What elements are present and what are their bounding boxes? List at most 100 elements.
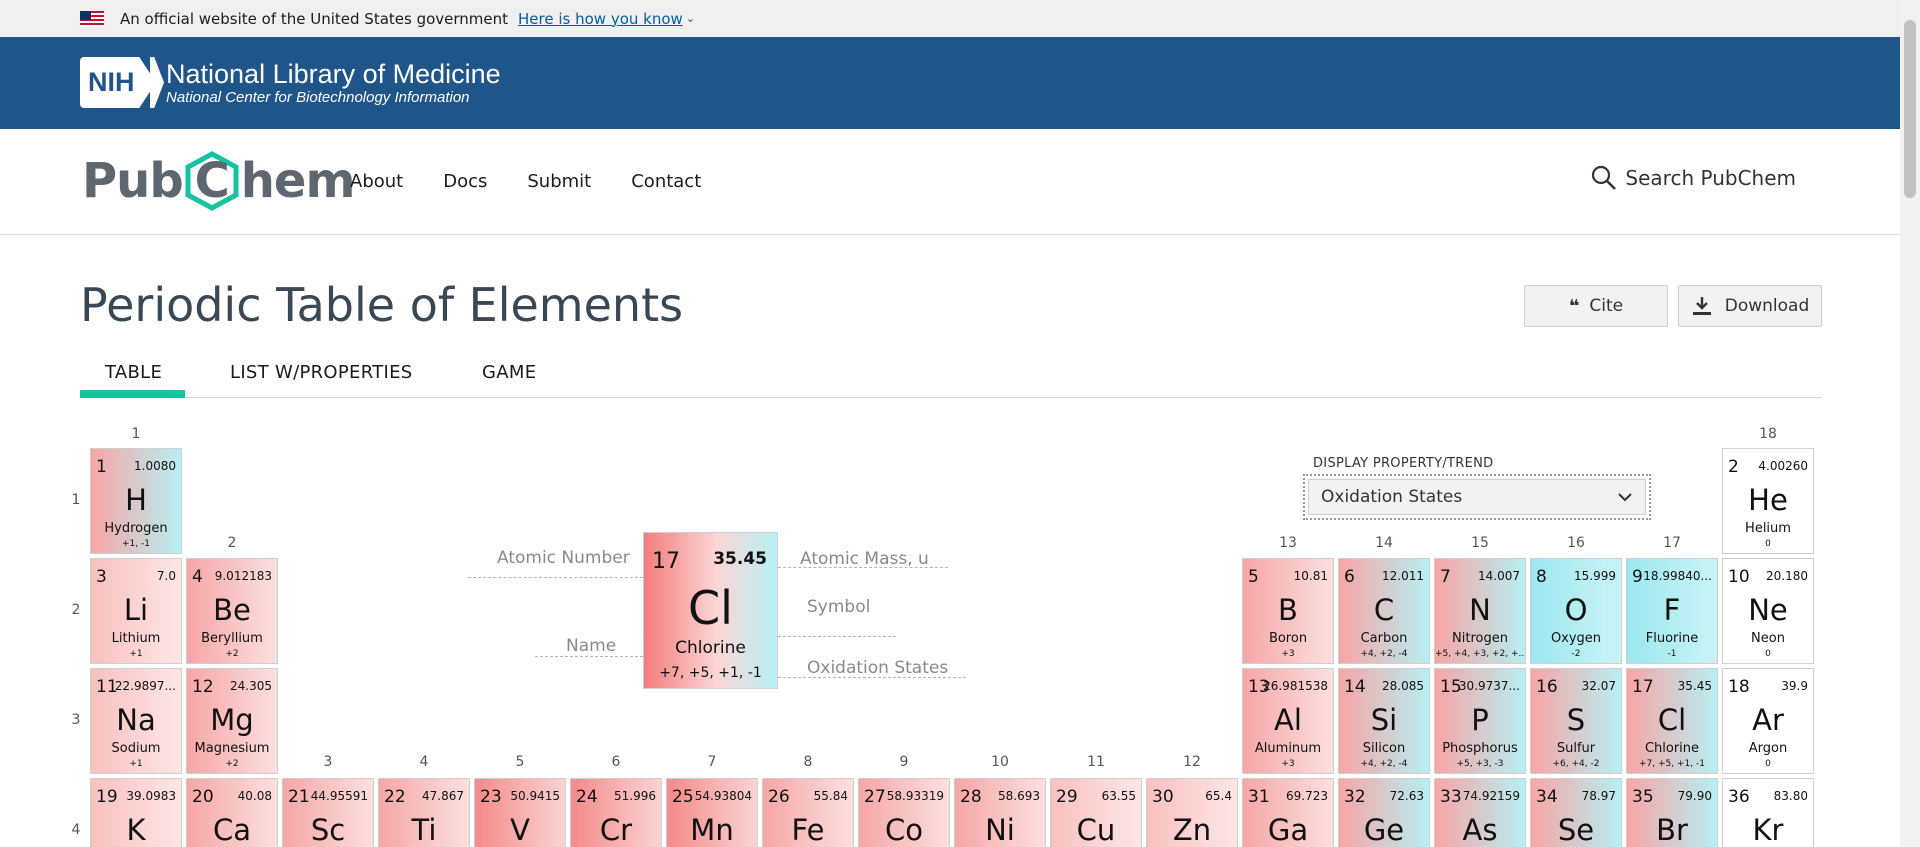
nav-contact[interactable]: Contact bbox=[631, 171, 701, 192]
element-mass: 69.723 bbox=[1286, 789, 1328, 803]
nlm-titles[interactable]: National Library of Medicine National Ce… bbox=[166, 59, 501, 107]
us-flag-icon bbox=[80, 10, 104, 27]
element-cell-al[interactable]: 13 26.981538 Al Aluminum +3 bbox=[1242, 668, 1334, 774]
element-cell-ar[interactable]: 18 39.9 Ar Argon 0 bbox=[1722, 668, 1814, 774]
nav-docs[interactable]: Docs bbox=[443, 171, 487, 192]
element-cell-cu[interactable]: 29 63.55 Cu bbox=[1050, 778, 1142, 847]
active-tab-indicator bbox=[80, 390, 185, 398]
tab-table[interactable]: TABLE bbox=[105, 362, 162, 383]
element-oxidation: +1 bbox=[129, 649, 143, 659]
element-cell-n[interactable]: 7 14.007 N Nitrogen +5, +4, +3, +2, +... bbox=[1434, 558, 1526, 664]
element-cell-si[interactable]: 14 28.085 Si Silicon +4, +2, -4 bbox=[1338, 668, 1430, 774]
element-mass: 7.0 bbox=[156, 569, 176, 583]
element-cell-zn[interactable]: 30 65.4 Zn bbox=[1146, 778, 1238, 847]
element-number: 1 bbox=[96, 457, 107, 477]
key-label-symbol: Symbol bbox=[807, 597, 871, 617]
cite-button[interactable]: ❝ Cite bbox=[1524, 285, 1668, 327]
element-cell-ge[interactable]: 32 72.63 Ge bbox=[1338, 778, 1430, 847]
element-oxidation: +1 bbox=[129, 759, 143, 769]
element-cell-kr[interactable]: 36 83.80 Kr bbox=[1722, 778, 1814, 847]
element-cell-he[interactable]: 2 4.00260 He Helium 0 bbox=[1722, 448, 1814, 554]
search-pubchem-button[interactable]: Search PubChem bbox=[1591, 165, 1796, 191]
nav-submit[interactable]: Submit bbox=[527, 171, 591, 192]
element-symbol: K bbox=[126, 813, 146, 847]
element-cell-ga[interactable]: 31 69.723 Ga bbox=[1242, 778, 1334, 847]
here-is-how-you-know-link[interactable]: Here is how you know bbox=[518, 10, 683, 28]
tab-list-with-properties[interactable]: LIST W/PROPERTIES bbox=[230, 362, 413, 383]
element-cell-fe[interactable]: 26 55.84 Fe bbox=[762, 778, 854, 847]
element-number: 34 bbox=[1536, 787, 1558, 807]
download-button[interactable]: Download bbox=[1678, 285, 1822, 327]
element-number: 8 bbox=[1536, 567, 1547, 587]
element-name: Hydrogen bbox=[104, 521, 168, 536]
tab-game[interactable]: GAME bbox=[482, 362, 536, 383]
element-cell-ne[interactable]: 10 20.180 Ne Neon 0 bbox=[1722, 558, 1814, 664]
chevron-down-icon bbox=[1618, 493, 1632, 502]
pubchem-logo[interactable]: Pub C hem bbox=[82, 151, 355, 211]
nlm-header: NIH National Library of Medicine Nationa… bbox=[0, 37, 1900, 129]
display-property-select-box[interactable]: Oxidation States bbox=[1308, 479, 1646, 515]
element-cell-be[interactable]: 4 9.012183 Be Beryllium +2 bbox=[186, 558, 278, 664]
search-icon bbox=[1592, 165, 1617, 190]
element-number: 33 bbox=[1440, 787, 1462, 807]
view-tabs: TABLE LIST W/PROPERTIES GAME bbox=[80, 360, 1822, 398]
element-oxidation: 0 bbox=[1765, 759, 1771, 769]
element-cell-co[interactable]: 27 58.93319 Co bbox=[858, 778, 950, 847]
logo-text-left: Pub bbox=[82, 153, 184, 209]
element-cell-ca[interactable]: 20 40.08 Ca bbox=[186, 778, 278, 847]
element-cell-mn[interactable]: 25 54.93804 Mn bbox=[666, 778, 758, 847]
element-mass: 83.80 bbox=[1773, 789, 1808, 803]
cite-label: Cite bbox=[1589, 296, 1624, 316]
display-property-select[interactable]: Oxidation States bbox=[1303, 474, 1651, 520]
element-cell-k[interactable]: 19 39.0983 K bbox=[90, 778, 182, 847]
element-cell-li[interactable]: 3 7.0 Li Lithium +1 bbox=[90, 558, 182, 664]
nav-about[interactable]: About bbox=[350, 171, 403, 192]
element-number: 36 bbox=[1728, 787, 1750, 807]
element-cell-c[interactable]: 6 12.011 C Carbon +4, +2, -4 bbox=[1338, 558, 1430, 664]
chevron-down-icon[interactable]: ⌄ bbox=[686, 12, 695, 25]
group-label: 2 bbox=[227, 535, 237, 551]
element-cell-cl[interactable]: 17 35.45 Cl Chlorine +7, +5, +1, -1 bbox=[1626, 668, 1718, 774]
element-mass: 28.085 bbox=[1382, 679, 1424, 693]
element-cell-cr[interactable]: 24 51.996 Cr bbox=[570, 778, 662, 847]
element-cell-na[interactable]: 11 22.9897... Na Sodium +1 bbox=[90, 668, 182, 774]
element-mass: 18.99840... bbox=[1643, 569, 1712, 583]
element-oxidation: +4, +2, -4 bbox=[1360, 759, 1408, 769]
element-mass: 50.9415 bbox=[510, 789, 560, 803]
element-cell-ni[interactable]: 28 58.693 Ni bbox=[954, 778, 1046, 847]
element-number: 3 bbox=[96, 567, 107, 587]
element-cell-o[interactable]: 8 15.999 O Oxygen -2 bbox=[1530, 558, 1622, 664]
element-cell-as[interactable]: 33 74.92159 As bbox=[1434, 778, 1526, 847]
element-cell-h[interactable]: 1 1.0080 H Hydrogen +1, -1 bbox=[90, 448, 182, 554]
element-cell-sc[interactable]: 21 44.95591 Sc bbox=[282, 778, 374, 847]
group-label: 7 bbox=[707, 754, 717, 770]
element-cell-se[interactable]: 34 78.97 Se bbox=[1530, 778, 1622, 847]
element-name: Lithium bbox=[111, 631, 161, 646]
element-mass: 22.9897... bbox=[114, 679, 176, 693]
element-number: 16 bbox=[1536, 677, 1558, 697]
element-mass: 78.97 bbox=[1581, 789, 1616, 803]
page-scrollbar[interactable] bbox=[1900, 0, 1920, 847]
element-oxidation: +1, -1 bbox=[122, 539, 150, 549]
element-cell-p[interactable]: 15 30.9737... P Phosphorus +5, +3, -3 bbox=[1434, 668, 1526, 774]
element-cell-v[interactable]: 23 50.9415 V bbox=[474, 778, 566, 847]
element-cell-mg[interactable]: 12 24.305 Mg Magnesium +2 bbox=[186, 668, 278, 774]
element-symbol: H bbox=[125, 483, 147, 517]
quote-icon: ❝ bbox=[1568, 295, 1580, 317]
element-mass: 1.0080 bbox=[134, 459, 176, 473]
element-cell-br[interactable]: 35 79.90 Br bbox=[1626, 778, 1718, 847]
element-symbol: Ge bbox=[1363, 813, 1405, 847]
nih-logo[interactable]: NIH bbox=[80, 57, 164, 108]
element-number: 28 bbox=[960, 787, 982, 807]
element-cell-ti[interactable]: 22 47.867 Ti bbox=[378, 778, 470, 847]
scrollbar-thumb[interactable] bbox=[1904, 20, 1916, 198]
element-cell-b[interactable]: 5 10.81 B Boron +3 bbox=[1242, 558, 1334, 664]
group-label: 11 bbox=[1087, 754, 1105, 770]
element-number: 9 bbox=[1632, 567, 1643, 587]
element-number: 23 bbox=[480, 787, 502, 807]
element-name: Helium bbox=[1745, 521, 1791, 536]
element-name: Carbon bbox=[1360, 631, 1408, 646]
element-cell-s[interactable]: 16 32.07 S Sulfur +6, +4, -2 bbox=[1530, 668, 1622, 774]
key-atomic-number: 17 bbox=[652, 549, 680, 574]
element-cell-f[interactable]: 9 18.99840... F Fluorine -1 bbox=[1626, 558, 1718, 664]
